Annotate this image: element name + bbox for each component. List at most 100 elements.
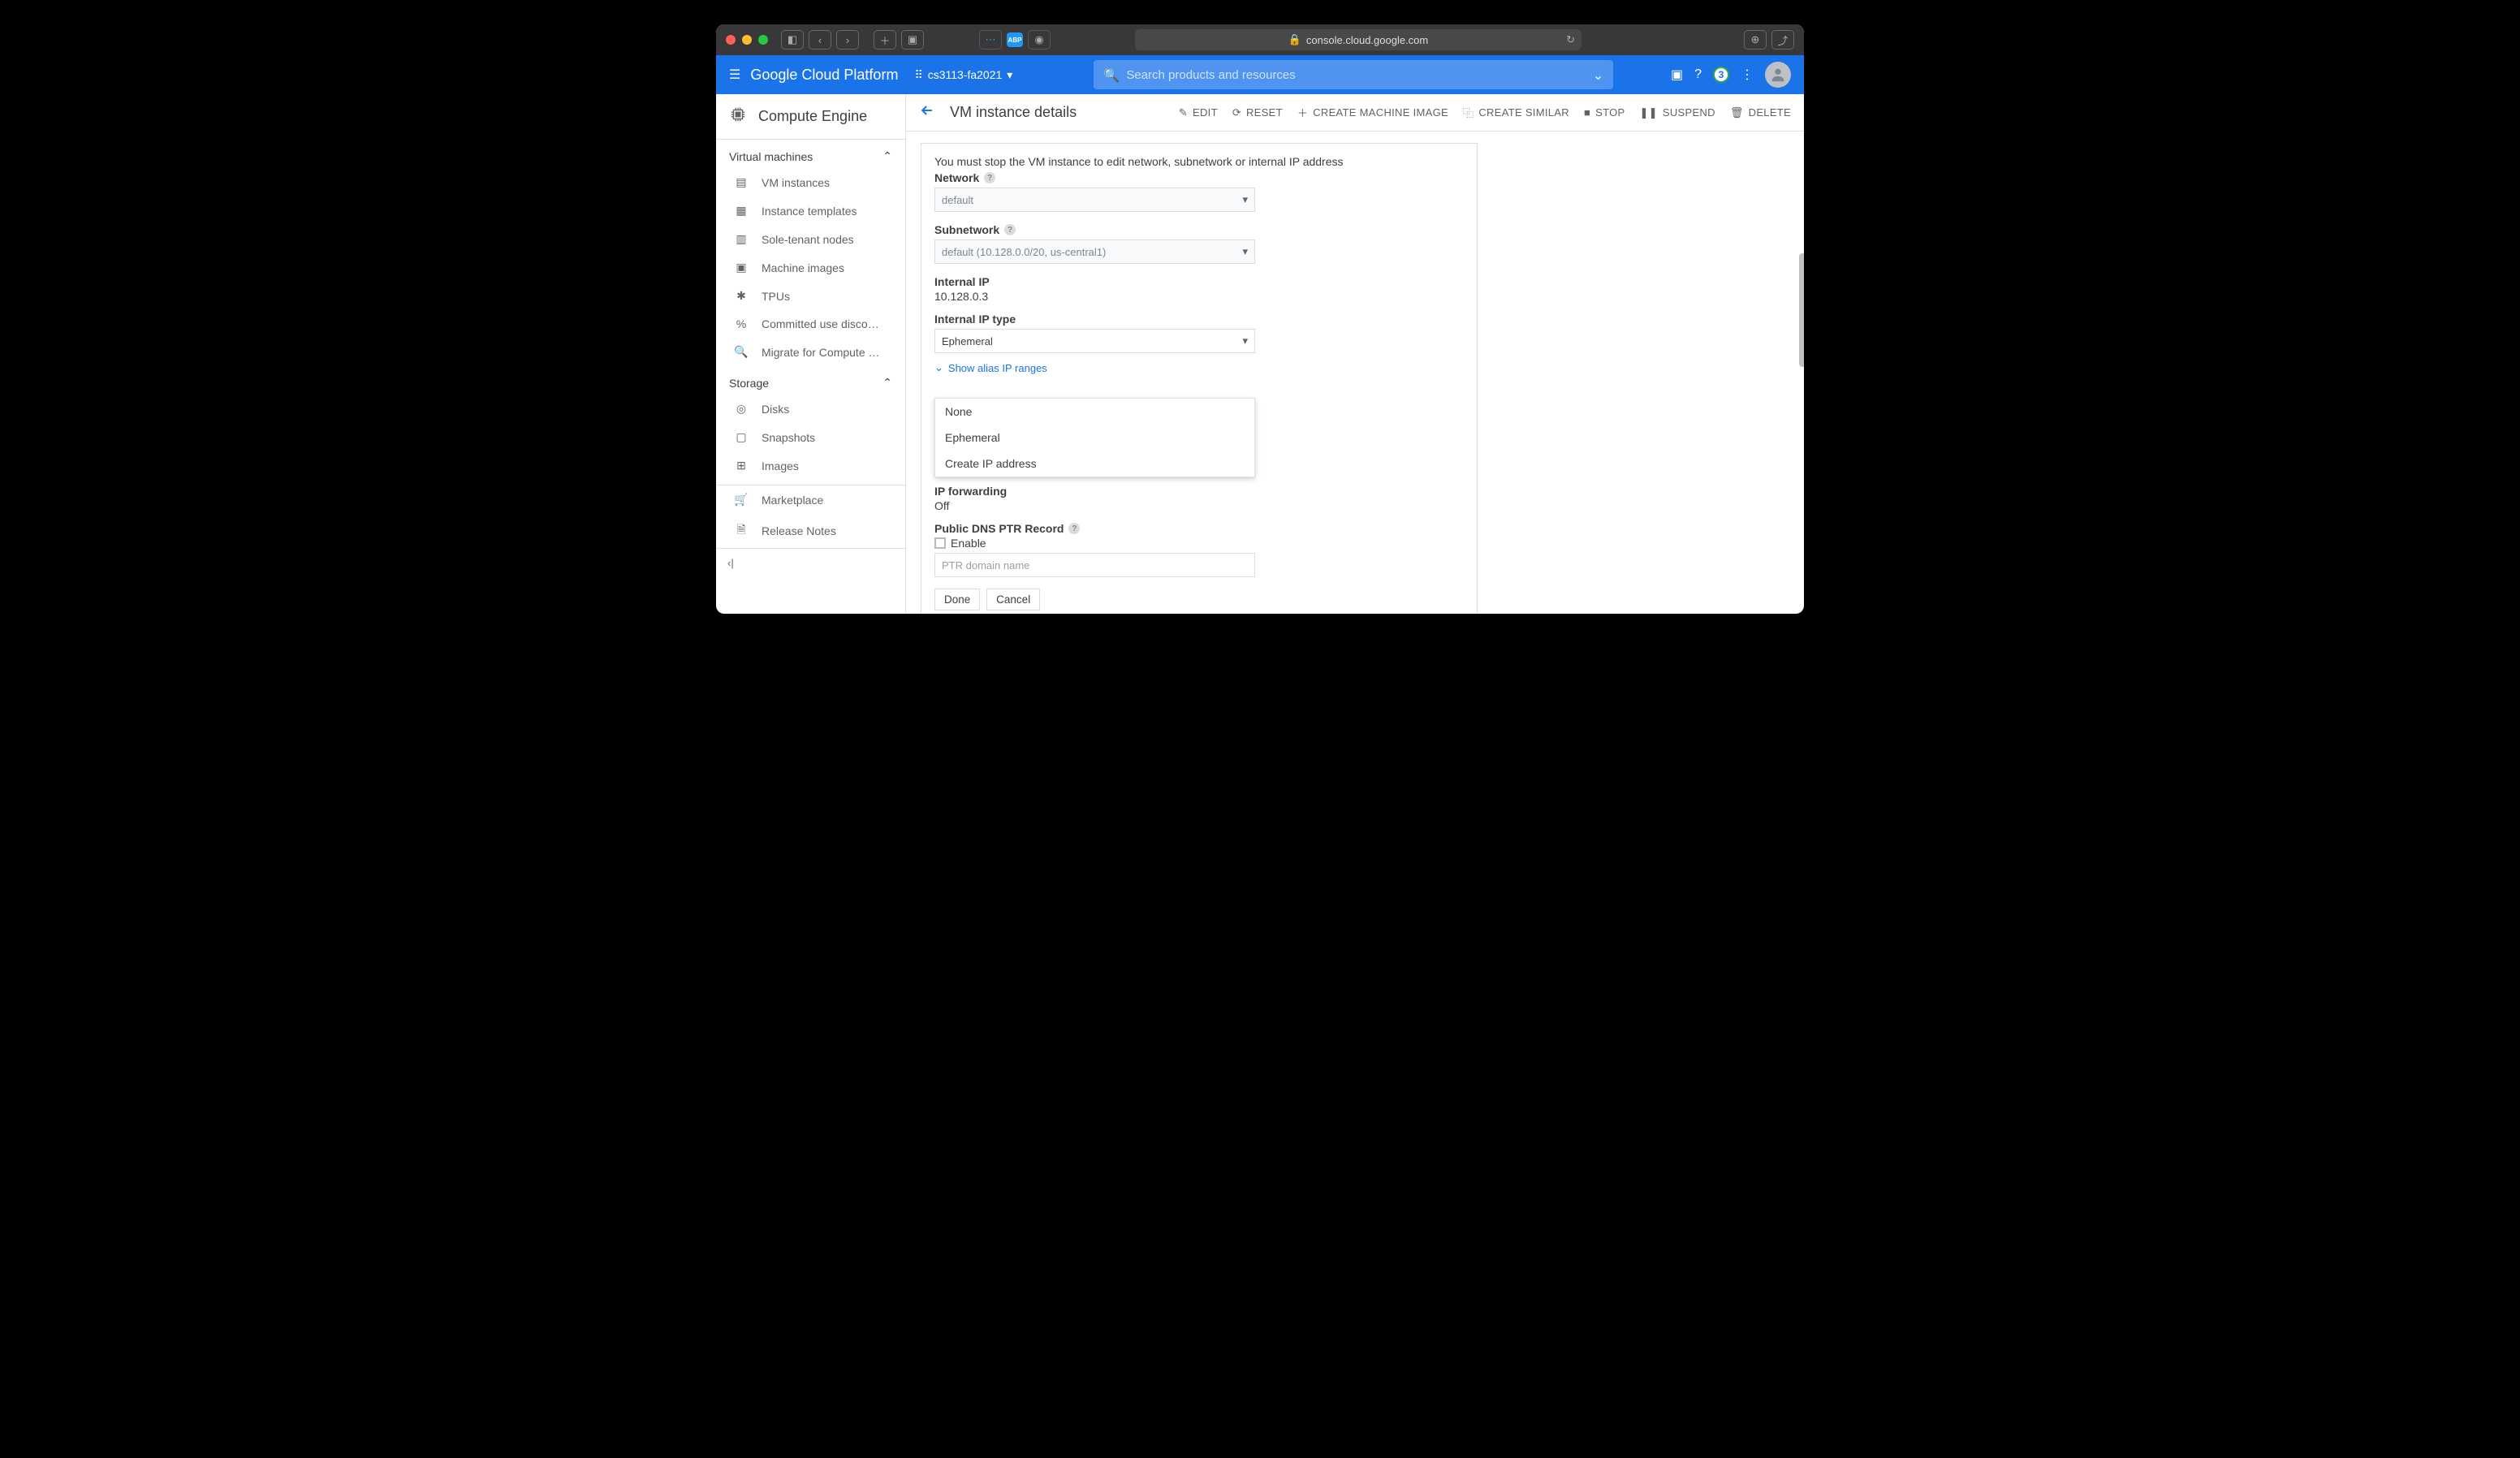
- gcp-logo[interactable]: Google Cloud Platform: [750, 67, 898, 84]
- trash-icon: 🗑: [1730, 106, 1744, 119]
- adblock-icon[interactable]: ABP: [1007, 32, 1023, 47]
- dropdown-option-none[interactable]: None: [935, 399, 1254, 425]
- dropdown-option-ephemeral[interactable]: Ephemeral: [935, 425, 1254, 451]
- browser-chrome: ◧ ‹ › ＋ ▣ ⋯ ABP ◉ 🔒 console.cloud.google…: [716, 24, 1804, 55]
- help-icon[interactable]: ?: [1694, 67, 1702, 82]
- sidebar-item-migrate[interactable]: 🔍Migrate for Compute En…: [716, 338, 905, 366]
- scrollbar[interactable]: [1799, 253, 1804, 367]
- marketplace-icon: 🛒: [734, 493, 749, 507]
- url-text: console.cloud.google.com: [1306, 34, 1428, 46]
- internal-ip-type-select[interactable]: Ephemeral▾: [934, 329, 1255, 353]
- sidebar-item-snapshots[interactable]: ▢Snapshots: [716, 423, 905, 451]
- help-icon[interactable]: ?: [1068, 523, 1080, 534]
- sidebar-section-storage[interactable]: Storage ⌃: [716, 366, 905, 395]
- search-dropdown-icon[interactable]: ⌄: [1593, 67, 1603, 84]
- page-title: VM instance details: [950, 104, 1077, 121]
- sidebar-item-vm-instances[interactable]: ▤VM instances: [716, 168, 905, 196]
- instance-icon: ▤: [734, 175, 749, 189]
- suspend-button[interactable]: ❚❚SUSPEND: [1639, 106, 1715, 119]
- sidebar-item-tpus[interactable]: ✱TPUs: [716, 282, 905, 310]
- ip-forwarding-label: IP forwarding: [934, 485, 1464, 498]
- ip-type-dropdown: None Ephemeral Create IP address: [934, 398, 1255, 477]
- reset-button[interactable]: ⟳RESET: [1232, 106, 1283, 119]
- project-name: cs3113-fa2021: [928, 68, 1003, 81]
- search-icon: 🔍: [1103, 67, 1120, 84]
- sidebar-item-marketplace[interactable]: 🛒Marketplace: [716, 485, 905, 514]
- sidebar-item-release-notes[interactable]: 🗎Release Notes: [716, 514, 905, 548]
- lock-icon: 🔒: [1288, 33, 1301, 46]
- sidebar-item-sole-tenant[interactable]: ▥Sole-tenant nodes: [716, 225, 905, 253]
- privacy-shield-icon[interactable]: ◉: [1028, 30, 1051, 50]
- sidebar-toggle-icon[interactable]: ◧: [781, 30, 804, 50]
- maximize-window[interactable]: [758, 35, 768, 45]
- tpu-icon: ✱: [734, 289, 749, 303]
- forward-icon[interactable]: ›: [836, 30, 859, 50]
- sidebar-item-instance-templates[interactable]: ▦Instance templates: [716, 196, 905, 225]
- project-icon: ⠿: [914, 68, 922, 82]
- copy-icon: ⿻: [1463, 105, 1474, 120]
- ip-forwarding-value: Off: [934, 499, 1464, 512]
- internal-ip-label: Internal IP: [934, 275, 1464, 288]
- address-bar[interactable]: 🔒 console.cloud.google.com ↻: [1135, 29, 1581, 50]
- checkbox-icon: [934, 537, 946, 549]
- internal-ip-type-label: Internal IP type: [934, 313, 1464, 326]
- ptr-domain-input[interactable]: [934, 553, 1255, 577]
- account-avatar[interactable]: [1765, 62, 1791, 88]
- help-icon[interactable]: ?: [1004, 224, 1016, 235]
- sidebar-item-images[interactable]: ⊞Images: [716, 451, 905, 480]
- chevron-up-icon: ⌃: [882, 376, 892, 390]
- close-window[interactable]: [726, 35, 736, 45]
- main-content: VM instance details ✎EDIT ⟳RESET ＋CREATE…: [906, 94, 1804, 614]
- collapse-icon: ‹|: [727, 557, 734, 569]
- refresh-icon[interactable]: ↻: [1566, 33, 1575, 46]
- action-bar: VM instance details ✎EDIT ⟳RESET ＋CREATE…: [906, 94, 1804, 132]
- subnetwork-select: default (10.128.0.0/20, us-central1)▾: [934, 239, 1255, 264]
- chevron-down-icon: ▾: [1242, 334, 1248, 347]
- disk-icon: ◎: [734, 402, 749, 416]
- tab-overview-icon[interactable]: ▣: [901, 30, 924, 50]
- extension-menu-icon[interactable]: ⋯: [979, 30, 1002, 50]
- sidebar-item-disks[interactable]: ◎Disks: [716, 395, 905, 423]
- image-icon: ▣: [734, 261, 749, 274]
- stop-vm-note: You must stop the VM instance to edit ne…: [934, 155, 1464, 168]
- search-input[interactable]: [1094, 60, 1613, 89]
- plus-icon: ＋: [1297, 105, 1308, 120]
- stop-button[interactable]: ■STOP: [1584, 106, 1625, 119]
- create-similar-button[interactable]: ⿻CREATE SIMILAR: [1463, 105, 1569, 120]
- dropdown-option-create[interactable]: Create IP address: [935, 451, 1254, 477]
- network-label: Network?: [934, 171, 1464, 184]
- help-icon[interactable]: ?: [984, 172, 995, 183]
- project-picker[interactable]: ⠿ cs3113-fa2021 ▾: [908, 65, 1019, 85]
- chevron-down-icon: ▾: [1242, 245, 1248, 258]
- back-icon[interactable]: ‹: [809, 30, 831, 50]
- pencil-icon: ✎: [1179, 106, 1188, 119]
- share-icon[interactable]: ⤴: [1771, 30, 1794, 50]
- ptr-enable-checkbox[interactable]: Enable: [934, 537, 1464, 550]
- create-machine-image-button[interactable]: ＋CREATE MACHINE IMAGE: [1297, 105, 1448, 120]
- sidebar-item-machine-images[interactable]: ▣Machine images: [716, 253, 905, 282]
- collapse-sidebar[interactable]: ‹|: [716, 548, 905, 577]
- window-controls: [726, 35, 768, 45]
- stop-icon: ■: [1584, 106, 1590, 119]
- subnetwork-label: Subnetwork?: [934, 223, 1464, 236]
- template-icon: ▦: [734, 204, 749, 218]
- sidebar: Compute Engine Virtual machines ⌃ ▤VM in…: [716, 94, 906, 614]
- delete-button[interactable]: 🗑DELETE: [1730, 106, 1791, 119]
- sidebar-section-vm[interactable]: Virtual machines ⌃: [716, 140, 905, 168]
- more-menu-icon[interactable]: ⋮: [1741, 67, 1754, 83]
- cloud-shell-icon[interactable]: ▣: [1671, 67, 1683, 83]
- notifications-badge[interactable]: 3: [1713, 67, 1729, 83]
- minimize-window[interactable]: [742, 35, 752, 45]
- snapshot-icon: ▢: [734, 430, 749, 444]
- downloads-icon[interactable]: ⊕: [1744, 30, 1767, 50]
- new-tab-icon[interactable]: ＋: [874, 30, 896, 50]
- chevron-down-icon: ▾: [1007, 68, 1012, 82]
- ptr-record-label: Public DNS PTR Record?: [934, 522, 1464, 535]
- done-button[interactable]: Done: [934, 589, 980, 610]
- back-arrow-icon[interactable]: [919, 102, 935, 123]
- nav-menu-icon[interactable]: ☰: [729, 67, 740, 83]
- edit-button[interactable]: ✎EDIT: [1179, 106, 1218, 119]
- show-alias-ranges-link[interactable]: ⌄ Show alias IP ranges: [934, 361, 1464, 374]
- sidebar-item-committed-use[interactable]: %Committed use discoun…: [716, 310, 905, 338]
- cancel-button[interactable]: Cancel: [986, 589, 1040, 610]
